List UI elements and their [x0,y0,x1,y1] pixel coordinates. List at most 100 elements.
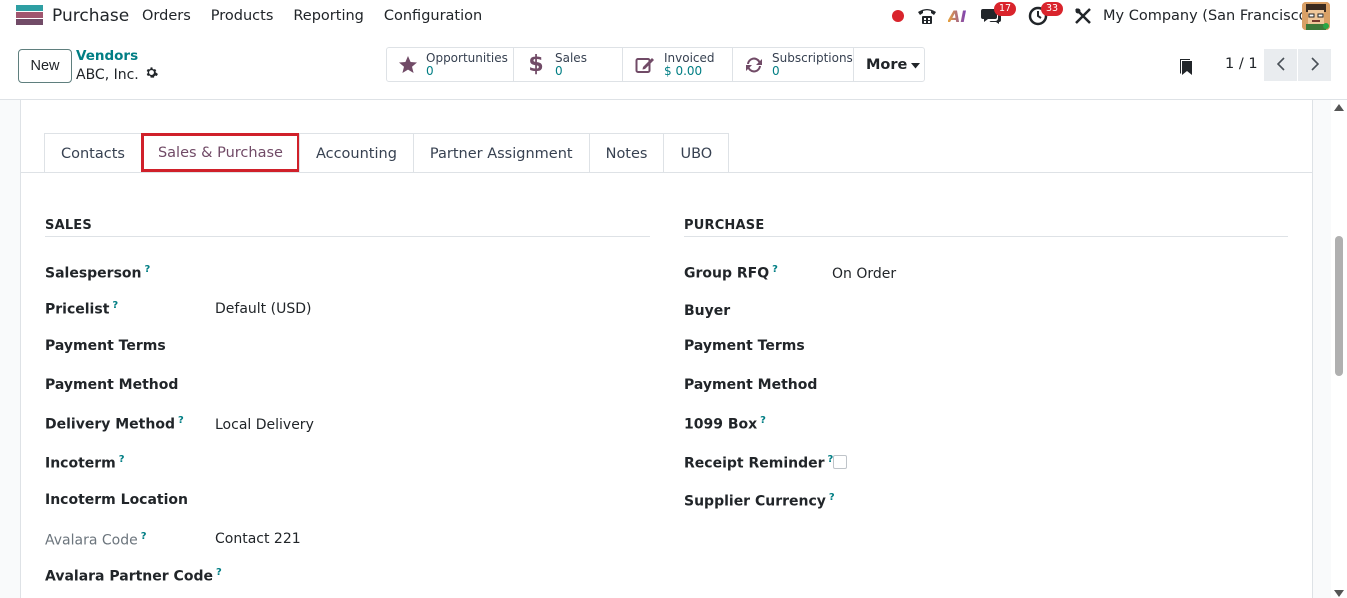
pager-previous-button[interactable] [1264,49,1298,81]
purchase-section-divider [684,236,1288,237]
chevron-left-icon [1276,56,1285,75]
record-name: ABC, Inc. [76,66,139,83]
chevron-right-icon [1310,56,1319,75]
caret-down-icon [911,57,921,73]
subscriptions-button[interactable]: Subscriptions 0 [733,48,854,81]
more-label: More [866,56,908,73]
avalara-code-label: Avalara Code? [45,531,147,549]
company-switcher[interactable]: My Company (San Francisco) [1103,8,1313,24]
app-name[interactable]: Purchase [52,6,129,26]
avalara-code-help-icon[interactable]: ? [141,531,147,542]
tab-sales-purchase[interactable]: Sales & Purchase [140,133,300,172]
tools-icon[interactable] [1074,5,1092,27]
record-icon[interactable] [891,5,905,27]
breadcrumb-vendors[interactable]: Vendors [76,48,138,64]
user-avatar[interactable] [1302,2,1330,30]
incoterm-label-text: Incoterm [45,455,116,472]
buyer-label: Buyer [684,303,731,319]
more-button[interactable]: More [854,48,924,81]
star-icon [398,54,418,76]
tab-partner-assignment[interactable]: Partner Assignment [412,133,590,173]
chat-icon[interactable]: 17 [980,2,1017,27]
scrollbar-thumb[interactable] [1335,236,1343,376]
delivery-method-value[interactable]: Local Delivery [215,417,314,433]
subscriptions-value: 0 [772,63,780,78]
supplier-currency-label-text: Supplier Currency [684,493,826,510]
new-button[interactable]: New [18,49,72,83]
opportunities-button[interactable]: Opportunities 0 [387,48,514,81]
purchase-app-icon[interactable] [16,5,43,25]
1099-box-help-icon[interactable]: ? [760,415,766,426]
tab-contacts[interactable]: Contacts [44,133,142,173]
1099-box-label: 1099 Box? [684,415,766,433]
gear-icon[interactable] [145,66,158,83]
delivery-method-label: Delivery Method? [45,415,184,433]
salesperson-label-text: Salesperson [45,265,142,282]
receipt-reminder-label: Receipt Reminder? [684,454,833,472]
invoiced-value: $ 0.00 [664,63,703,78]
sales-value: 0 [555,63,563,78]
sales-label: Sales [555,50,587,65]
pricelist-label-text: Pricelist [45,301,110,318]
delivery-method-help-icon[interactable]: ? [178,415,184,426]
supplier-currency-help-icon[interactable]: ? [829,492,835,503]
top-navbar: Purchase Orders Products Reporting Confi… [0,0,1347,33]
1099-box-label-text: 1099 Box [684,416,758,433]
salesperson-help-icon[interactable]: ? [145,264,151,275]
activity-clock-icon[interactable]: 33 [1027,2,1064,27]
edit-icon [634,54,656,76]
avalara-code-value: Contact 221 [215,531,301,547]
incoterm-help-icon[interactable]: ? [119,454,125,465]
pager-buttons [1264,49,1332,81]
sales-payment-terms-label: Payment Terms [45,338,166,354]
sales-section-divider [45,236,650,237]
menu-reporting[interactable]: Reporting [293,8,364,24]
smart-buttons: Opportunities 0 $ Sales 0 Invoiced $ 0.00 S… [386,47,925,82]
tab-ubo[interactable]: UBO [663,133,730,173]
purchase-section-title: PURCHASE [684,218,765,233]
receipt-reminder-label-text: Receipt Reminder [684,455,825,472]
tab-accounting[interactable]: Accounting [298,133,414,173]
sales-button[interactable]: $ Sales 0 [514,48,623,81]
tab-notes[interactable]: Notes [588,133,665,173]
menu-products[interactable]: Products [211,8,274,24]
dollar-icon: $ [528,52,544,77]
avalara-code-label-text: Avalara Code [45,532,138,549]
scroll-up-arrow-icon[interactable] [1334,104,1344,111]
pager-value[interactable]: 1 / 1 [1225,56,1258,72]
ai-icon[interactable]: AI [948,5,966,27]
main-menu: Orders Products Reporting Configuration [142,8,502,24]
avalara-partner-code-help-icon[interactable]: ? [216,567,222,578]
ai-label: AI [948,6,967,26]
group-rfq-help-icon[interactable]: ? [772,264,778,275]
menu-orders[interactable]: Orders [142,8,191,24]
avalara-partner-code-label-text: Avalara Partner Code [45,568,213,585]
salesperson-label: Salesperson? [45,264,150,282]
group-rfq-label-text: Group RFQ [684,265,770,282]
activity-badge: 33 [1041,2,1064,16]
control-panel: New Vendors ABC, Inc. Opportunities 0 $ S… [0,33,1347,100]
avalara-partner-code-label: Avalara Partner Code? [45,567,222,585]
menu-configuration[interactable]: Configuration [384,8,482,24]
tabs-divider [20,172,1313,173]
opportunities-label: Opportunities [426,50,508,65]
scroll-down-arrow-icon[interactable] [1334,590,1344,597]
phone-icon[interactable] [916,5,938,27]
receipt-reminder-checkbox[interactable] [833,455,847,469]
group-rfq-value[interactable]: On Order [832,266,896,282]
refresh-icon [744,54,764,76]
breadcrumb-current: ABC, Inc. [76,66,158,83]
sales-section-title: SALES [45,218,92,233]
delivery-method-label-text: Delivery Method [45,416,175,433]
pricelist-help-icon[interactable]: ? [112,300,118,311]
pager-next-button[interactable] [1298,49,1332,81]
chat-badge: 17 [994,2,1017,16]
invoiced-label: Invoiced [664,50,715,65]
pricelist-value[interactable]: Default (USD) [215,301,311,317]
sales-payment-method-label: Payment Method [45,377,179,393]
notebook-tabs: Contacts Sales & Purchase Accounting Par… [44,133,730,173]
bookmark-icon[interactable] [1179,58,1195,80]
invoiced-button[interactable]: Invoiced $ 0.00 [623,48,733,81]
purchase-payment-terms-label: Payment Terms [684,338,805,354]
group-rfq-label: Group RFQ? [684,264,778,282]
